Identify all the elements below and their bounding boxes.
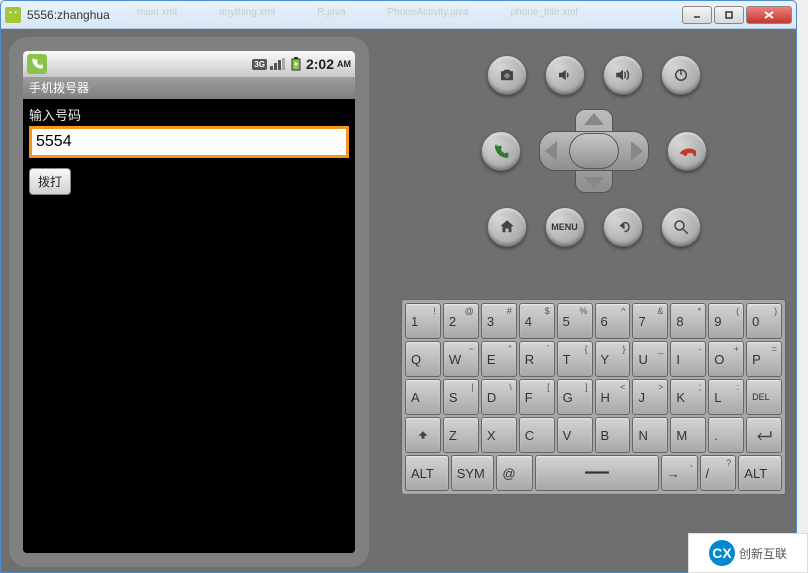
key-p[interactable]: P= xyxy=(746,341,782,377)
key-j[interactable]: J> xyxy=(632,379,668,415)
key-2[interactable]: 2@ xyxy=(443,303,479,339)
key-o[interactable]: O+ xyxy=(708,341,744,377)
watermark-logo-icon: CX xyxy=(709,540,735,566)
phone-notification-icon xyxy=(27,54,47,74)
android-icon xyxy=(5,7,21,23)
key-b[interactable]: B xyxy=(595,417,631,453)
power-button[interactable] xyxy=(661,55,701,95)
key-f[interactable]: F[ xyxy=(519,379,555,415)
key-sym[interactable]: SYM xyxy=(451,455,495,491)
search-button[interactable] xyxy=(661,207,701,247)
watermark-text: 创新互联 xyxy=(739,545,787,562)
key-t[interactable]: T{ xyxy=(557,341,593,377)
menu-button[interactable]: MENU xyxy=(545,207,585,247)
dial-button[interactable]: 拨打 xyxy=(29,168,71,195)
device-frame: 3G 2:02 AM 手机拨号器 输入号码 拨打 xyxy=(9,37,369,567)
key-→[interactable]: →, xyxy=(661,455,698,491)
hangup-button[interactable] xyxy=(667,131,707,171)
input-label: 输入号码 xyxy=(29,105,349,124)
key-1[interactable]: 1! xyxy=(405,303,441,339)
signal-bars-icon xyxy=(270,58,286,70)
key-m[interactable]: M xyxy=(670,417,706,453)
watermark: CX 创新互联 xyxy=(688,533,808,573)
key-alt[interactable]: ALT xyxy=(738,455,782,491)
camera-button[interactable] xyxy=(487,55,527,95)
key-u[interactable]: U_ xyxy=(632,341,668,377)
key-q[interactable]: Q xyxy=(405,341,441,377)
key-del[interactable]: DEL xyxy=(746,379,782,415)
key-d[interactable]: D\ xyxy=(481,379,517,415)
key-.[interactable]: . xyxy=(708,417,744,453)
home-button[interactable] xyxy=(487,207,527,247)
key-n[interactable]: N xyxy=(632,417,668,453)
key-3[interactable]: 3# xyxy=(481,303,517,339)
call-button[interactable] xyxy=(481,131,521,171)
maximize-button[interactable] xyxy=(714,6,744,24)
key-5[interactable]: 5% xyxy=(557,303,593,339)
key-s[interactable]: S| xyxy=(443,379,479,415)
key-z[interactable]: Z xyxy=(443,417,479,453)
app-title: 手机拨号器 xyxy=(23,77,355,99)
key-w[interactable]: W~ xyxy=(443,341,479,377)
key-y[interactable]: Y} xyxy=(595,341,631,377)
key-4[interactable]: 4$ xyxy=(519,303,555,339)
key-l[interactable]: L: xyxy=(708,379,744,415)
key-x[interactable]: X xyxy=(481,417,517,453)
key-9[interactable]: 9( xyxy=(708,303,744,339)
status-ampm: AM xyxy=(337,59,351,69)
key-8[interactable]: 8* xyxy=(670,303,706,339)
key-alt[interactable]: ALT xyxy=(405,455,449,491)
key-r[interactable]: R` xyxy=(519,341,555,377)
key-k[interactable]: K; xyxy=(670,379,706,415)
key-↵[interactable] xyxy=(746,417,782,453)
dpad-center[interactable] xyxy=(569,133,619,169)
key-a[interactable]: A xyxy=(405,379,441,415)
status-time: 2:02 xyxy=(306,56,334,72)
dpad-up[interactable] xyxy=(584,113,604,125)
hardware-keyboard: 1!2@3#4$5%6^7&8*9(0) QW~E"R`T{Y}U_I-O+P=… xyxy=(401,299,786,495)
android-status-bar: 3G 2:02 AM xyxy=(23,51,355,77)
background-tabs: main.xmlanything.xmlR.javaPhoneActivity.… xyxy=(131,5,691,25)
key-c[interactable]: C xyxy=(519,417,555,453)
dpad-down[interactable] xyxy=(584,177,604,189)
battery-charging-icon xyxy=(289,57,303,71)
key-e[interactable]: E" xyxy=(481,341,517,377)
key-v[interactable]: V xyxy=(557,417,593,453)
key-⇧[interactable] xyxy=(405,417,441,453)
dpad-right[interactable] xyxy=(631,141,643,161)
window-titlebar: 5556:zhanghua main.xmlanything.xmlR.java… xyxy=(1,1,796,29)
key-0[interactable]: 0) xyxy=(746,303,782,339)
key-space[interactable]: ━━━ xyxy=(535,455,659,491)
key-i[interactable]: I- xyxy=(670,341,706,377)
key-7[interactable]: 7& xyxy=(632,303,668,339)
phone-number-input[interactable] xyxy=(29,126,349,158)
back-button[interactable] xyxy=(603,207,643,247)
key-/[interactable]: /? xyxy=(700,455,737,491)
dpad-left[interactable] xyxy=(545,141,557,161)
key-g[interactable]: G] xyxy=(557,379,593,415)
network-3g-icon: 3G xyxy=(252,59,267,70)
close-button[interactable] xyxy=(746,6,792,24)
dpad[interactable] xyxy=(539,109,649,193)
key-h[interactable]: H< xyxy=(595,379,631,415)
volume-up-button[interactable] xyxy=(603,55,643,95)
volume-down-button[interactable] xyxy=(545,55,585,95)
key-6[interactable]: 6^ xyxy=(595,303,631,339)
key-@[interactable]: @ xyxy=(496,455,533,491)
